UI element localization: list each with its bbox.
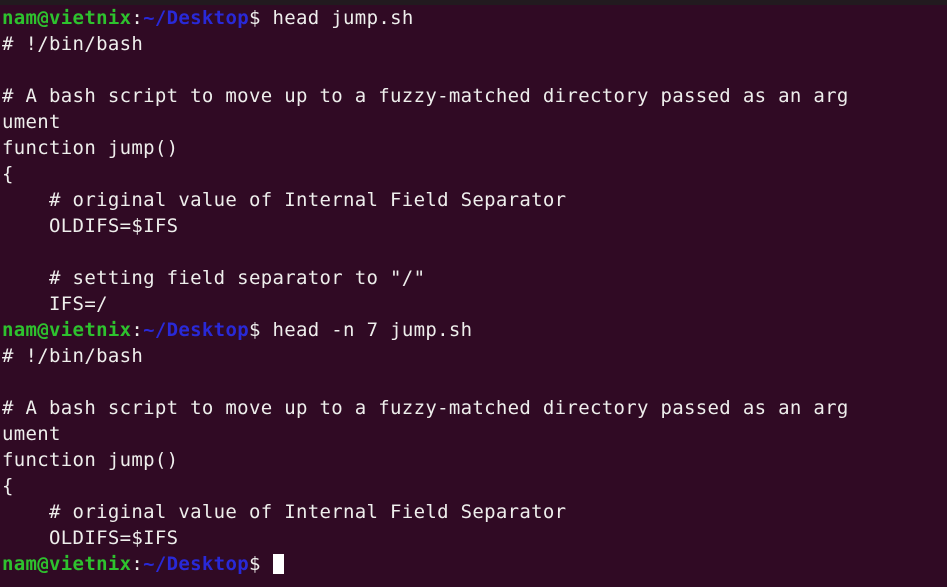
terminal-output-line: IFS=/ bbox=[0, 291, 947, 317]
prompt-path: ~/Desktop bbox=[143, 553, 249, 575]
terminal-window[interactable]: nam@vietnix:~/Desktop$ head jump.sh # !/b… bbox=[0, 0, 947, 587]
terminal-output-line: # A bash script to move up to a fuzzy-ma… bbox=[0, 83, 947, 109]
output-text: # original value of Internal Field Separ… bbox=[2, 189, 567, 211]
output-text: OLDIFS=$IFS bbox=[2, 527, 179, 549]
terminal-output-line: { bbox=[0, 473, 947, 499]
output-text: # setting field separator to "/" bbox=[2, 267, 426, 289]
output-text: function jump() bbox=[2, 137, 179, 159]
prompt-sigil: $ bbox=[248, 319, 261, 341]
terminal-output-line: # !/bin/bash bbox=[0, 31, 947, 57]
prompt-separator: : bbox=[131, 7, 144, 29]
terminal-command[interactable]: head jump.sh bbox=[261, 7, 414, 29]
terminal-output-line: # !/bin/bash bbox=[0, 343, 947, 369]
output-text: # !/bin/bash bbox=[2, 345, 144, 367]
terminal-command[interactable]: head -n 7 jump.sh bbox=[261, 319, 473, 341]
terminal-screen[interactable]: nam@vietnix:~/Desktop$ head jump.sh # !/b… bbox=[0, 5, 947, 587]
terminal-output-line: ument bbox=[0, 421, 947, 447]
prompt-path: ~/Desktop bbox=[143, 7, 249, 29]
output-text: # A bash script to move up to a fuzzy-ma… bbox=[2, 85, 849, 107]
output-text: # !/bin/bash bbox=[2, 33, 144, 55]
terminal-output-line: function jump() bbox=[0, 447, 947, 473]
output-text: ument bbox=[2, 111, 61, 133]
output-text: # A bash script to move up to a fuzzy-ma… bbox=[2, 397, 849, 419]
prompt-sigil: $ bbox=[248, 7, 261, 29]
terminal-prompt-line: nam@vietnix:~/Desktop$ bbox=[0, 551, 947, 577]
prompt-separator: : bbox=[131, 319, 144, 341]
prompt-sigil: $ bbox=[248, 553, 261, 575]
terminal-command[interactable] bbox=[261, 553, 273, 575]
terminal-output-line: # setting field separator to "/" bbox=[0, 265, 947, 291]
terminal-prompt-line: nam@vietnix:~/Desktop$ head jump.sh bbox=[0, 5, 947, 31]
output-text: IFS=/ bbox=[2, 293, 108, 315]
terminal-output-line: OLDIFS=$IFS bbox=[0, 525, 947, 551]
terminal-output-line: # A bash script to move up to a fuzzy-ma… bbox=[0, 395, 947, 421]
terminal-output-line: { bbox=[0, 161, 947, 187]
output-text: { bbox=[2, 163, 14, 185]
output-text: OLDIFS=$IFS bbox=[2, 215, 179, 237]
prompt-user-host: nam@vietnix bbox=[2, 7, 132, 29]
prompt-separator: : bbox=[131, 553, 144, 575]
terminal-output-line: ument bbox=[0, 109, 947, 135]
terminal-prompt-line: nam@vietnix:~/Desktop$ head -n 7 jump.sh bbox=[0, 317, 947, 343]
terminal-output-line: # original value of Internal Field Separ… bbox=[0, 499, 947, 525]
prompt-path: ~/Desktop bbox=[143, 319, 249, 341]
prompt-user-host: nam@vietnix bbox=[2, 319, 132, 341]
output-text: ument bbox=[2, 423, 61, 445]
terminal-output-line: # original value of Internal Field Separ… bbox=[0, 187, 947, 213]
output-text: function jump() bbox=[2, 449, 179, 471]
output-text: # original value of Internal Field Separ… bbox=[2, 501, 567, 523]
terminal-output-line: OLDIFS=$IFS bbox=[0, 213, 947, 239]
output-text: { bbox=[2, 475, 14, 497]
terminal-output-line: function jump() bbox=[0, 135, 947, 161]
prompt-user-host: nam@vietnix bbox=[2, 553, 132, 575]
text-cursor bbox=[272, 554, 284, 574]
